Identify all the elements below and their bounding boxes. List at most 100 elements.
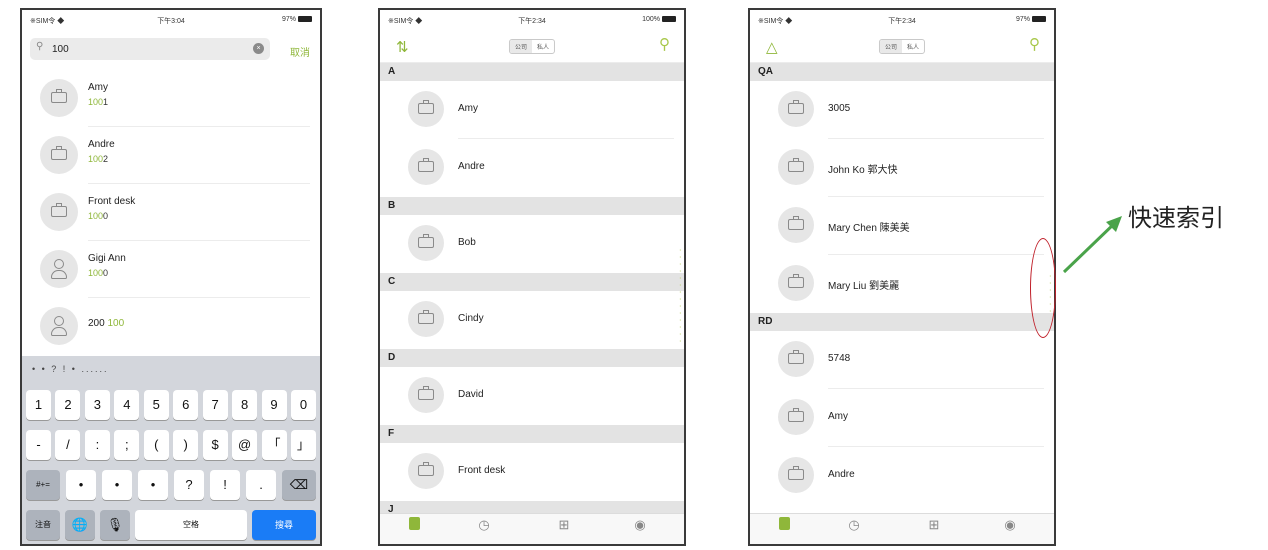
briefcase-icon <box>778 207 814 243</box>
list-item[interactable]: Amy <box>750 389 1054 447</box>
sort-icon[interactable]: ⇅ <box>396 38 409 56</box>
key[interactable]: 8 <box>232 390 258 420</box>
list-item[interactable]: John Ko 郭大快 <box>750 139 1054 197</box>
key[interactable]: 3 <box>84 390 110 420</box>
contact-name: Amy <box>828 411 848 422</box>
segment-private[interactable]: 私人 <box>902 40 924 53</box>
key[interactable]: 5 <box>143 390 169 420</box>
list-item[interactable]: Cindy <box>380 291 684 349</box>
list-item[interactable]: Bob <box>380 215 684 273</box>
battery-indicator: 100% <box>642 16 676 23</box>
tab-keypad[interactable]: ⊞ <box>914 517 954 534</box>
search-icon: ⚲ <box>36 41 44 52</box>
briefcase-icon <box>408 225 444 261</box>
briefcase-icon <box>778 341 814 377</box>
phone-contacts-alpha-screen: ※SIM令 ◆ 下午2:34 100% ⇅ 公司 私人 ⚲ A Amy Andr… <box>378 8 686 546</box>
globe-icon[interactable]: 🌐 <box>65 510 95 540</box>
segment-company[interactable]: 公司 <box>879 40 902 53</box>
key[interactable]: • <box>138 470 168 500</box>
section-header: C <box>380 273 684 291</box>
input-switch-key[interactable]: 注音 <box>26 510 60 540</box>
segment-private[interactable]: 私人 <box>532 40 554 53</box>
tab-profile[interactable]: ◉ <box>620 517 660 534</box>
key[interactable]: • <box>102 470 132 500</box>
tab-contacts[interactable] <box>394 517 434 534</box>
key[interactable]: ; <box>114 430 140 460</box>
key[interactable]: ! <box>210 470 240 500</box>
clock-label: 下午3:04 <box>157 18 185 25</box>
battery-icon <box>662 16 676 23</box>
key[interactable]: $ <box>202 430 228 460</box>
list-item[interactable]: David <box>380 367 684 425</box>
search-input[interactable]: ⚲ 100 × <box>30 38 270 60</box>
key[interactable]: @ <box>232 430 258 460</box>
space-key[interactable]: 空格 <box>135 510 247 540</box>
org-tree-icon[interactable]: △ <box>766 38 778 56</box>
list-item[interactable]: Andre <box>750 447 1054 505</box>
list-item[interactable]: Mary Chen 陳美美 <box>750 197 1054 255</box>
list-item[interactable]: Andre 1002 <box>22 127 320 184</box>
list-item[interactable]: Front desk <box>380 443 684 501</box>
key[interactable]: 6 <box>173 390 199 420</box>
list-item[interactable]: 200 100 <box>22 298 320 355</box>
key[interactable]: ? <box>174 470 204 500</box>
search-icon[interactable]: ⚲ <box>659 35 670 53</box>
search-key[interactable]: 搜尋 <box>252 510 316 540</box>
tab-recents[interactable]: ◷ <box>464 517 504 534</box>
search-icon[interactable]: ⚲ <box>1029 35 1040 53</box>
tab-profile[interactable]: ◉ <box>990 517 1030 534</box>
battery-percent: 97% <box>1015 16 1030 23</box>
list-item[interactable]: Amy <box>380 81 684 139</box>
list-item[interactable]: 3005 <box>750 81 1054 139</box>
clock-label: 下午2:34 <box>518 18 546 25</box>
list-item[interactable]: Amy 1001 <box>22 70 320 127</box>
list-item[interactable]: 5748 <box>750 331 1054 389</box>
briefcase-icon <box>408 377 444 413</box>
segment-control: 公司 私人 <box>508 39 556 54</box>
key[interactable]: / <box>55 430 81 460</box>
contact-name: David <box>458 389 484 400</box>
key[interactable]: 7 <box>202 390 228 420</box>
key[interactable]: 0 <box>290 390 316 420</box>
contact-name: Front desk <box>458 465 506 476</box>
clear-icon[interactable]: × <box>253 43 264 54</box>
key[interactable]: 9 <box>261 390 287 420</box>
key[interactable]: 」 <box>290 430 316 460</box>
status-bar: ※SIM令 ◆ 下午2:34 100% <box>380 10 684 30</box>
quick-index-bar[interactable]: • • • • • • • • • • • • • • <box>680 246 681 344</box>
quick-index-highlight-ring <box>1030 238 1056 338</box>
tab-recents[interactable]: ◷ <box>834 517 874 534</box>
microphone-icon[interactable]: 🎙 <box>100 510 130 540</box>
list-item[interactable]: Gigi Ann 1000 <box>22 241 320 298</box>
clock-icon: ◷ <box>478 517 490 532</box>
key[interactable]: 1 <box>26 390 51 420</box>
battery-indicator: 97% <box>1016 16 1046 23</box>
phone-contacts-dept-screen: ※SIM令 ◆ 下午2:34 97% △ 公司 私人 ⚲ QA 3005 Joh… <box>748 8 1056 546</box>
battery-icon <box>298 16 312 23</box>
key[interactable]: - <box>26 430 51 460</box>
briefcase-icon <box>778 399 814 435</box>
key[interactable]: : <box>84 430 110 460</box>
keypad-icon: ⊞ <box>928 517 940 532</box>
tab-keypad[interactable]: ⊞ <box>544 517 584 534</box>
tab-contacts[interactable] <box>764 517 804 534</box>
contact-name: Amy <box>88 82 108 93</box>
key[interactable]: 「 <box>261 430 287 460</box>
cancel-button[interactable]: 取消 <box>290 44 310 59</box>
clock-icon: ◷ <box>848 517 860 532</box>
contacts-icon <box>778 517 790 530</box>
segment-company[interactable]: 公司 <box>509 40 532 53</box>
key[interactable]: 4 <box>114 390 140 420</box>
list-item[interactable]: Front desk 1000 <box>22 184 320 241</box>
key[interactable]: 2 <box>55 390 81 420</box>
contact-number: 1002 <box>88 154 109 164</box>
key[interactable]: • <box>66 470 96 500</box>
list-item[interactable]: Andre <box>380 139 684 197</box>
key[interactable]: . <box>246 470 276 500</box>
backspace-key[interactable]: ⌫ <box>282 470 316 500</box>
contact-list: A Amy Andre B Bob C Cindy D David F Fron… <box>380 63 684 514</box>
key[interactable]: ( <box>143 430 169 460</box>
list-item[interactable]: Mary Liu 劉美麗 <box>750 255 1054 313</box>
key[interactable]: ) <box>173 430 199 460</box>
symbols-toggle-key[interactable]: #+= <box>26 470 60 500</box>
